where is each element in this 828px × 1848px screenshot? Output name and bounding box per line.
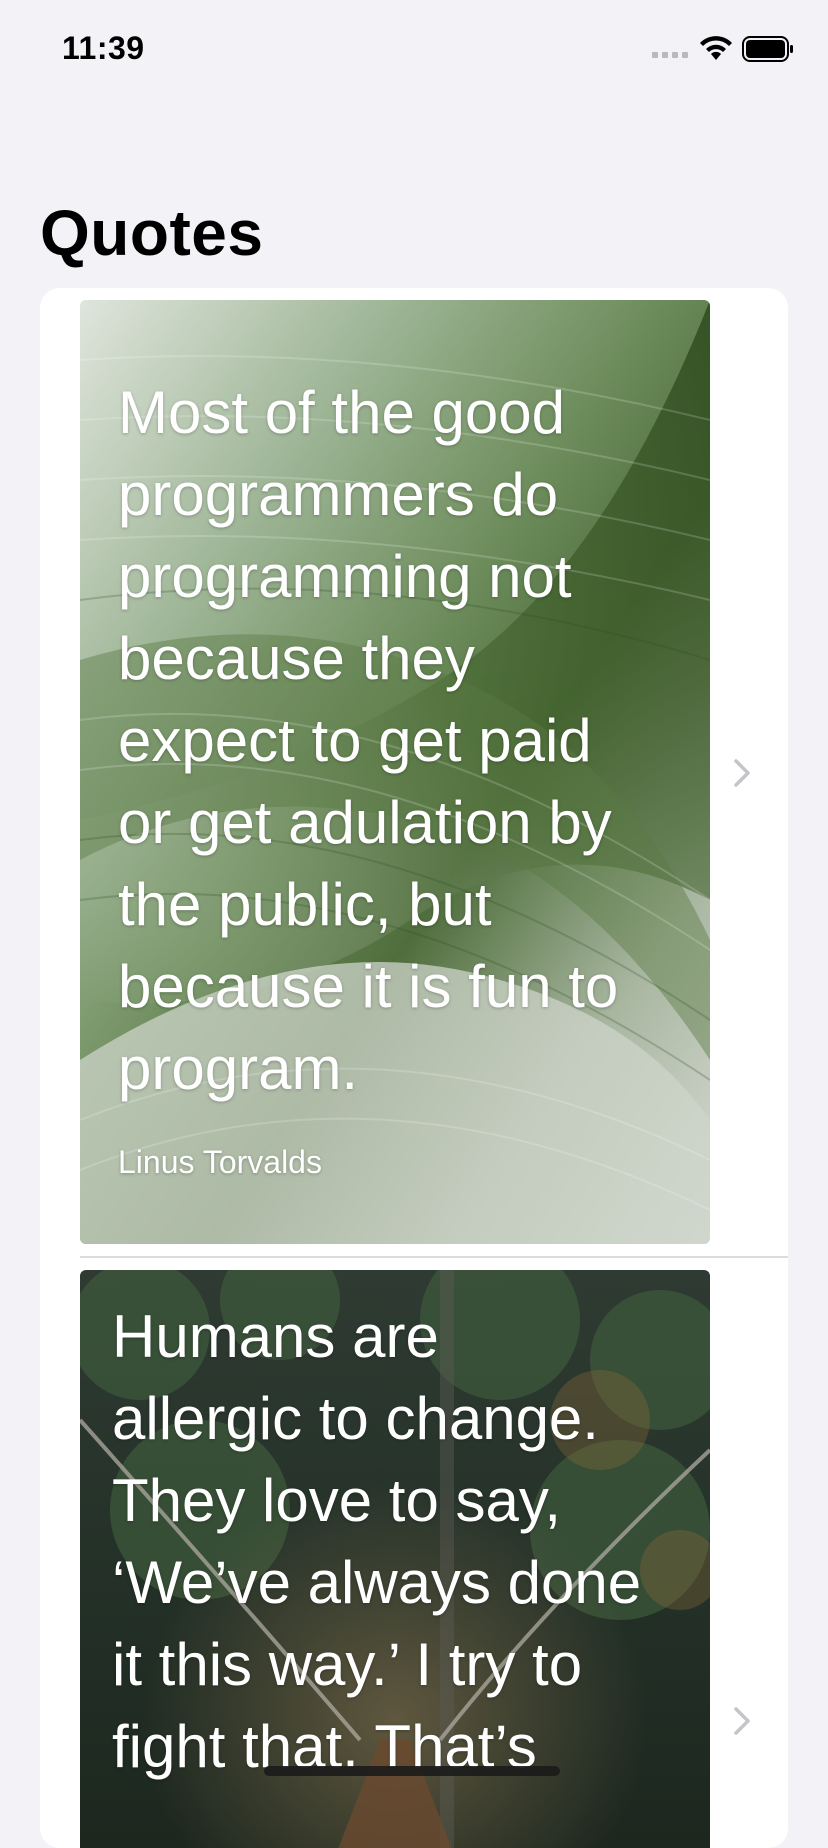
- quote-text: Most of the good programmers do programm…: [118, 379, 619, 1102]
- status-time: 11:39: [62, 30, 145, 66]
- wifi-icon: [700, 36, 732, 60]
- list-item[interactable]: Humans are allergic to change. They love…: [40, 1258, 788, 1848]
- signal-icon: [652, 52, 688, 58]
- quote-text: Humans are allergic to change. They love…: [112, 1303, 642, 1780]
- home-indicator[interactable]: [264, 1766, 560, 1776]
- status-bar: 11:39: [0, 0, 828, 100]
- list-item[interactable]: Most of the good programmers do programm…: [40, 288, 788, 1258]
- quote-card[interactable]: Humans are allergic to change. They love…: [80, 1270, 710, 1848]
- quotes-list: Most of the good programmers do programm…: [40, 288, 788, 1848]
- quote-card[interactable]: Most of the good programmers do programm…: [80, 300, 710, 1244]
- chevron-right-icon: [734, 759, 750, 787]
- quote-author: Linus Torvalds: [118, 1144, 322, 1180]
- battery-icon: [742, 36, 793, 62]
- page-title: Quotes: [40, 197, 264, 269]
- chevron-right-icon: [734, 1707, 750, 1735]
